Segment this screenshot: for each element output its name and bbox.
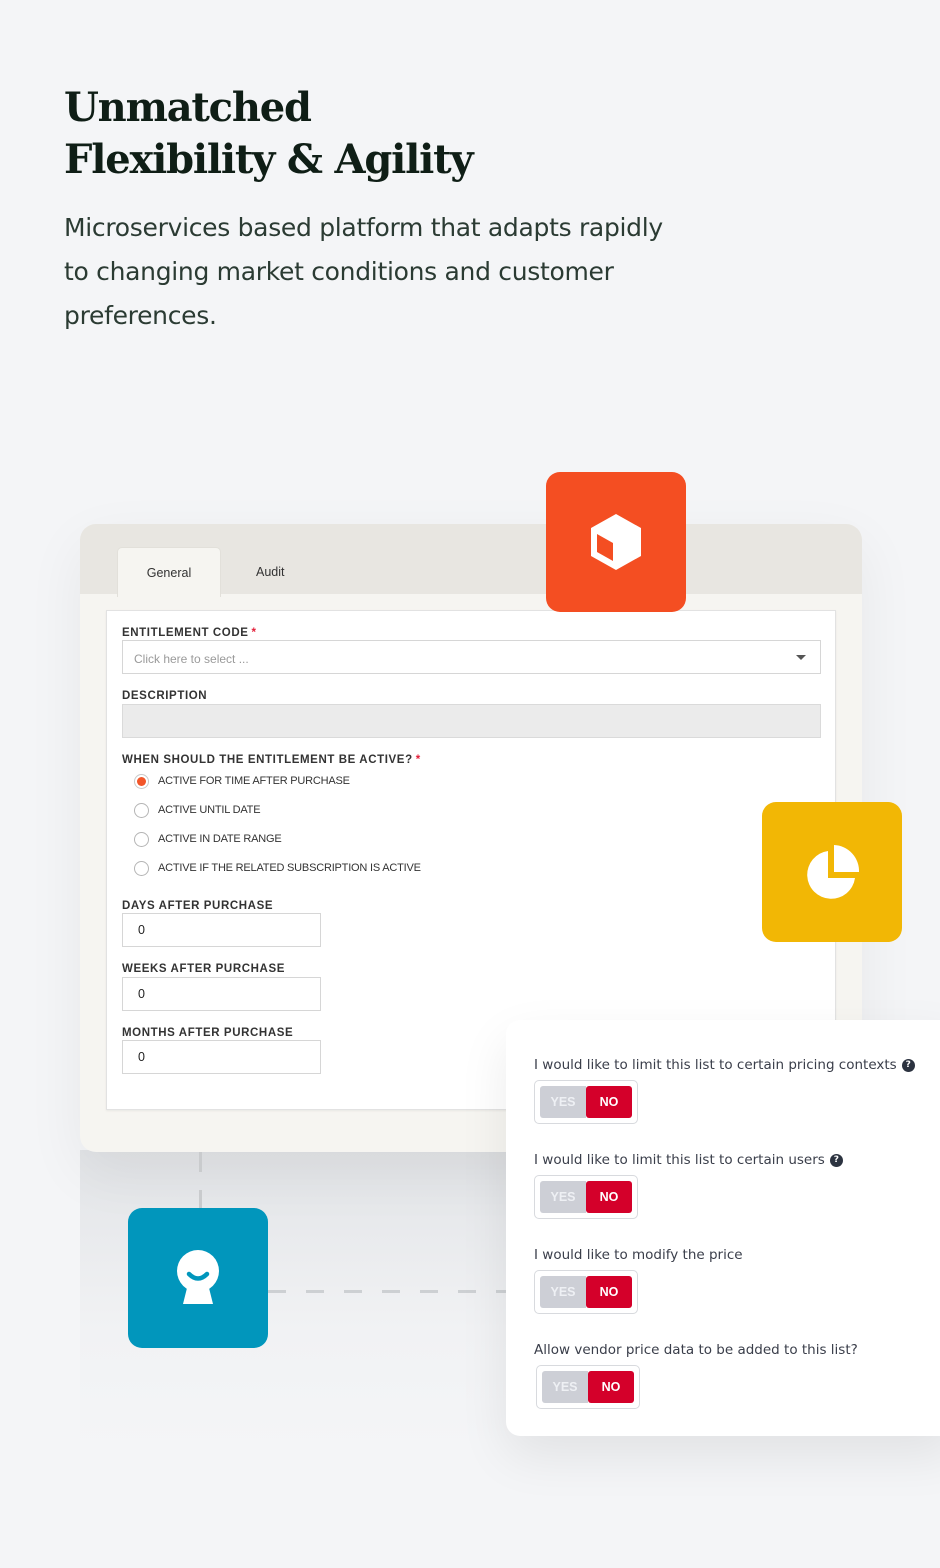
entitlement-code-label: ENTITLEMENT CODE * (122, 627, 257, 639)
radio-button[interactable] (134, 831, 149, 847)
setting-question-text: Allow vendor price data to be added to t… (534, 1342, 858, 1358)
days-after-purchase-input[interactable]: 0 (122, 913, 321, 947)
required-marker: * (251, 627, 257, 639)
setting-question-text: I would like to modify the price (534, 1247, 743, 1263)
radio-option-date-range[interactable]: ACTIVE IN DATE RANGE (134, 830, 282, 848)
toggle-yes-option[interactable]: YES (542, 1371, 588, 1403)
months-after-purchase-label: MONTHS AFTER PURCHASE (122, 1027, 294, 1039)
help-icon[interactable]: ? (829, 1153, 843, 1167)
toggle-users[interactable]: YES NO (534, 1175, 638, 1219)
hero-title: Unmatched Flexibility & Agility (64, 82, 474, 186)
toggle-pricing-contexts[interactable]: YES NO (534, 1080, 638, 1124)
tab-general[interactable]: General (117, 547, 221, 597)
connector-line-vertical (199, 1152, 202, 1208)
radio-option-subscription-active[interactable]: ACTIVE IF THE RELATED SUBSCRIPTION IS AC… (134, 859, 421, 877)
radio-option-until-date[interactable]: ACTIVE UNTIL DATE (134, 801, 261, 819)
active-question-label: WHEN SHOULD THE ENTITLEMENT BE ACTIVE? * (122, 754, 421, 766)
toggle-modify-price[interactable]: YES NO (534, 1270, 638, 1314)
description-input[interactable] (122, 704, 821, 738)
chevron-down-icon (796, 655, 806, 660)
toggle-yes-option[interactable]: YES (540, 1086, 586, 1118)
toggle-no-option[interactable]: NO (588, 1371, 634, 1403)
cube-icon (591, 514, 641, 570)
setting-question-text: I would like to limit this list to certa… (534, 1152, 825, 1168)
radio-button[interactable] (134, 860, 149, 876)
entitlement-code-label-text: ENTITLEMENT CODE (122, 627, 249, 639)
active-question-text: WHEN SHOULD THE ENTITLEMENT BE ACTIVE? (122, 754, 413, 766)
tab-bar: General Audit (80, 524, 862, 597)
cube-tile (546, 472, 686, 612)
setting-question-users: I would like to limit this list to certa… (534, 1152, 843, 1168)
weeks-after-purchase-input[interactable]: 0 (122, 977, 321, 1011)
hero-title-line-1: Unmatched (64, 84, 312, 131)
user-avatar-tile (128, 1208, 268, 1348)
connector-line-horizontal (268, 1290, 508, 1293)
toggle-no-option[interactable]: NO (586, 1276, 632, 1308)
days-after-purchase-label: DAYS AFTER PURCHASE (122, 900, 274, 912)
toggle-no-option[interactable]: NO (586, 1086, 632, 1118)
toggle-yes-option[interactable]: YES (540, 1181, 586, 1213)
toggle-no-option[interactable]: NO (586, 1181, 632, 1213)
radio-button-checked[interactable] (134, 773, 149, 789)
user-avatar-icon (177, 1250, 219, 1304)
setting-question-modify-price: I would like to modify the price (534, 1247, 743, 1263)
pie-chart-tile (762, 802, 902, 942)
entitlement-code-select[interactable]: Click here to select ... (122, 640, 821, 674)
hero-subtitle: Microservices based platform that adapts… (64, 213, 663, 330)
help-icon[interactable]: ? (901, 1058, 915, 1072)
setting-question-vendor-price: Allow vendor price data to be added to t… (534, 1342, 858, 1358)
radio-button[interactable] (134, 802, 149, 818)
radio-option-time-after-purchase[interactable]: ACTIVE FOR TIME AFTER PURCHASE (134, 772, 350, 790)
entitlement-code-placeholder: Click here to select ... (134, 652, 249, 666)
radio-label: ACTIVE IF THE RELATED SUBSCRIPTION IS AC… (158, 862, 421, 874)
radio-label: ACTIVE FOR TIME AFTER PURCHASE (158, 775, 350, 787)
required-marker: * (415, 754, 421, 766)
toggle-vendor-price[interactable]: YES NO (536, 1365, 640, 1409)
tab-audit[interactable]: Audit (232, 547, 309, 597)
list-settings-card: I would like to limit this list to certa… (506, 1020, 940, 1436)
radio-label: ACTIVE UNTIL DATE (158, 804, 261, 816)
months-after-purchase-input[interactable]: 0 (122, 1040, 321, 1074)
weeks-after-purchase-label: WEEKS AFTER PURCHASE (122, 963, 285, 975)
toggle-yes-option[interactable]: YES (540, 1276, 586, 1308)
setting-question-pricing-contexts: I would like to limit this list to certa… (534, 1057, 915, 1073)
hero-title-line-2: Flexibility & Agility (64, 136, 474, 183)
description-label: DESCRIPTION (122, 690, 208, 702)
pie-chart-icon (807, 845, 860, 899)
setting-question-text: I would like to limit this list to certa… (534, 1057, 897, 1073)
radio-label: ACTIVE IN DATE RANGE (158, 833, 282, 845)
